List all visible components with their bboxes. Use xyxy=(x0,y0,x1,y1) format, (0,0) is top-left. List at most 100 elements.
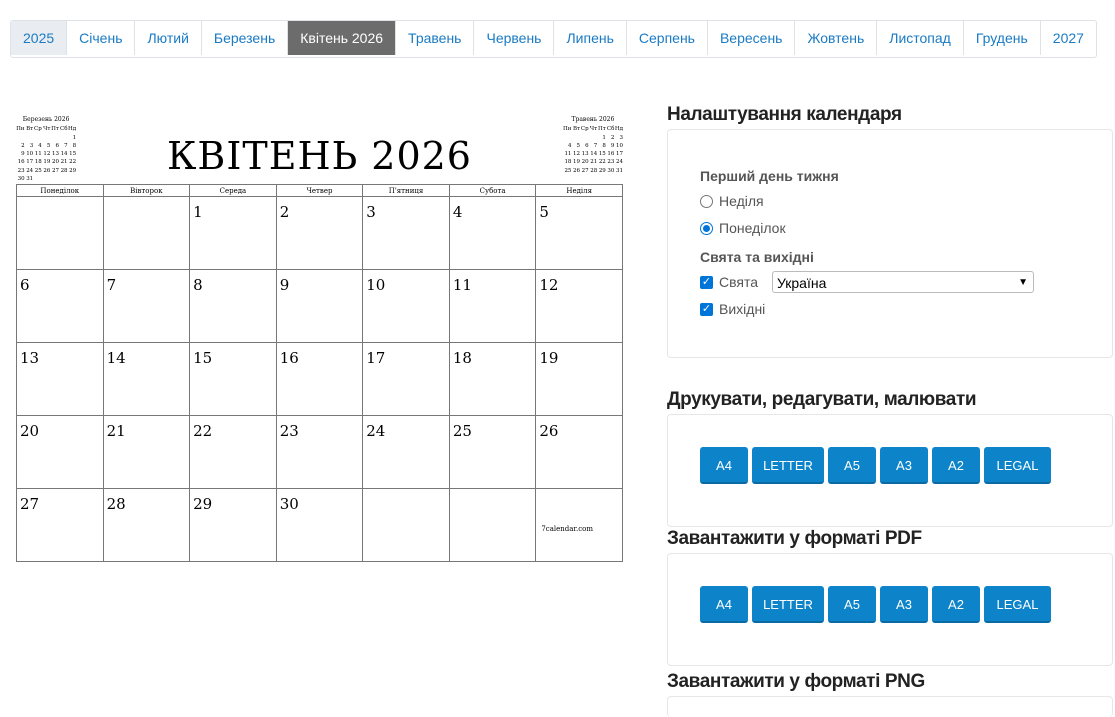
mini-prev-title: Березень 2026 xyxy=(22,116,70,123)
nav-year-prev[interactable]: 2025 xyxy=(11,21,68,55)
calendar-week-row: 6 7 8 9 10 11 12 xyxy=(16,269,623,343)
calendar-day-cell: 23 xyxy=(275,415,364,489)
mini-weekday: Чт xyxy=(589,126,598,133)
pdf-heading: Завантажити у форматі PDF xyxy=(667,528,922,549)
pdf-letter-button[interactable]: LETTER xyxy=(752,586,824,623)
nav-month-feb[interactable]: Лютий xyxy=(135,21,202,55)
radio-monday[interactable] xyxy=(700,221,713,235)
calendar-week-row: 12345 xyxy=(16,196,623,270)
calendar-day-cell: 30 xyxy=(275,488,364,562)
pdf-a5-button[interactable]: A5 xyxy=(828,586,876,623)
mini-weekday: Ср xyxy=(580,126,589,133)
settings-card: Перший день тижня Неділя Понеділок Свята… xyxy=(667,129,1113,358)
option-monday[interactable]: Понеділок xyxy=(700,220,786,236)
nav-month-mar[interactable]: Березень xyxy=(202,21,289,55)
weekends-checkbox-row[interactable]: ✓ Вихідні xyxy=(700,301,765,317)
calendar-day-cell: 26 xyxy=(535,415,623,489)
calendar-day-cell xyxy=(362,488,450,562)
first-day-label: Перший день тижня xyxy=(700,168,839,184)
calendar-day-cell: 27 xyxy=(16,488,104,562)
holidays-checkbox-row[interactable]: ✓ Свята xyxy=(700,274,758,290)
calendar-day-cell: 13 xyxy=(16,342,104,416)
holidays-label: Свята та вихідні xyxy=(700,249,814,265)
calendar-day-cell xyxy=(102,196,191,270)
nav-month-nov[interactable]: Листопад xyxy=(877,21,964,55)
pdf-a4-button[interactable]: A4 xyxy=(700,586,748,623)
calendar-grid: Понеділок Вівторок Середа Четвер П'ятниця Суб… xyxy=(16,184,623,562)
nav-month-sep[interactable]: Вересень xyxy=(708,21,796,55)
nav-month-jun[interactable]: Червень xyxy=(474,21,555,55)
weekday-header: Вівторок xyxy=(102,184,191,197)
calendar-day-cell: 6 xyxy=(16,269,104,343)
mini-weekday: Пт xyxy=(51,126,59,133)
nav-month-apr-active[interactable]: Квітень 2026 xyxy=(288,21,397,55)
nav-month-dec[interactable]: Грудень xyxy=(964,21,1041,55)
calendar-day-cell: 8 xyxy=(189,269,277,343)
weekday-header: Субота xyxy=(448,184,537,197)
calendar-day-cell: 17 xyxy=(362,342,450,416)
calendar-day-cell: 11 xyxy=(448,269,537,343)
mini-weekday: Вт xyxy=(572,126,581,133)
calendar-week-row: 27 28 29 30 xyxy=(16,488,623,562)
print-card: A4 LETTER A5 A3 A2 LEGAL xyxy=(667,414,1113,527)
calendar-day-cell: 20 xyxy=(16,415,104,489)
print-buttons: A4 LETTER A5 A3 A2 LEGAL xyxy=(700,447,1051,484)
calendar-week-row: 20 21 22 23 24 25 26 xyxy=(16,415,623,489)
calendar-day-cell: 7 xyxy=(102,269,191,343)
print-a2-button[interactable]: A2 xyxy=(932,447,980,484)
print-legal-button[interactable]: LEGAL xyxy=(984,447,1051,484)
country-select[interactable]: Україна ▼ xyxy=(772,271,1034,293)
nav-month-aug[interactable]: Серпень xyxy=(627,21,708,55)
nav-month-jan[interactable]: Січень xyxy=(67,21,136,55)
calendar-sheet: Березень 2026 Пн Вт Ср Чт Пт Сб Нд 1 2 3 4 5 6 7 8 9 10 1… xyxy=(16,112,623,562)
print-letter-button[interactable]: LETTER xyxy=(752,447,824,484)
nav-month-oct[interactable]: Жовтень xyxy=(795,21,878,55)
calendar-day-cell: 3 xyxy=(362,196,450,270)
pdf-legal-button[interactable]: LEGAL xyxy=(984,586,1051,623)
calendar-day-cell: 2 xyxy=(275,196,364,270)
calendar-day-cell: 21 xyxy=(102,415,191,489)
weekday-header: Неділя xyxy=(535,184,623,197)
radio-sunday[interactable] xyxy=(700,194,713,208)
nav-year-next[interactable]: 2027 xyxy=(1041,21,1096,55)
calendar-day-cell: 22 xyxy=(189,415,277,489)
weekday-header: Середа xyxy=(189,184,277,197)
nav-month-may[interactable]: Травень xyxy=(396,21,475,55)
settings-heading: Налаштування календаря xyxy=(667,104,902,125)
holidays-checkbox[interactable]: ✓ xyxy=(700,275,713,289)
calendar-title: КВІТЕНЬ 2026 xyxy=(167,134,472,178)
weekends-checkbox[interactable]: ✓ xyxy=(700,302,713,316)
nav-month-jul[interactable]: Липень xyxy=(554,21,627,55)
print-a5-button[interactable]: A5 xyxy=(828,447,876,484)
pdf-a3-button[interactable]: A3 xyxy=(880,586,928,623)
png-card xyxy=(667,696,1113,717)
calendar-day-cell: 5 xyxy=(535,196,623,270)
calendar-day-cell xyxy=(448,488,537,562)
mini-weekday: Нд xyxy=(614,126,623,133)
weekday-header: Понеділок xyxy=(16,184,104,197)
pdf-buttons: A4 LETTER A5 A3 A2 LEGAL xyxy=(700,586,1051,623)
watermark: 7calendar.com xyxy=(541,525,593,533)
calendar-day-cell: 19 xyxy=(535,342,623,416)
weekday-header: Четвер xyxy=(275,184,364,197)
mini-weekday: Ср xyxy=(34,126,42,133)
option-sunday-label: Неділя xyxy=(719,193,764,209)
calendar-day-cell: 25 xyxy=(448,415,537,489)
print-a4-button[interactable]: A4 xyxy=(700,447,748,484)
option-monday-label: Понеділок xyxy=(719,220,786,236)
option-sunday[interactable]: Неділя xyxy=(700,193,764,209)
holidays-checkbox-label: Свята xyxy=(719,274,759,290)
calendar-day-cell: 4 xyxy=(448,196,537,270)
calendar-day-cell: 14 xyxy=(102,342,191,416)
mini-weekday: Пн xyxy=(562,126,572,133)
calendar-day-cell: 16 xyxy=(275,342,364,416)
pdf-a2-button[interactable]: A2 xyxy=(932,586,980,623)
mini-weekday: Вт xyxy=(26,126,34,133)
calendar-week-row: 13 14 15 16 17 18 19 xyxy=(16,342,623,416)
calendar-day-cell: 18 xyxy=(448,342,537,416)
calendar-day-cell: 9 xyxy=(275,269,364,343)
print-a3-button[interactable]: A3 xyxy=(880,447,928,484)
mini-weekday: Пн xyxy=(16,126,25,133)
weekday-header: П'ятниця xyxy=(362,184,450,197)
calendar-day-cell: 28 xyxy=(102,488,191,562)
